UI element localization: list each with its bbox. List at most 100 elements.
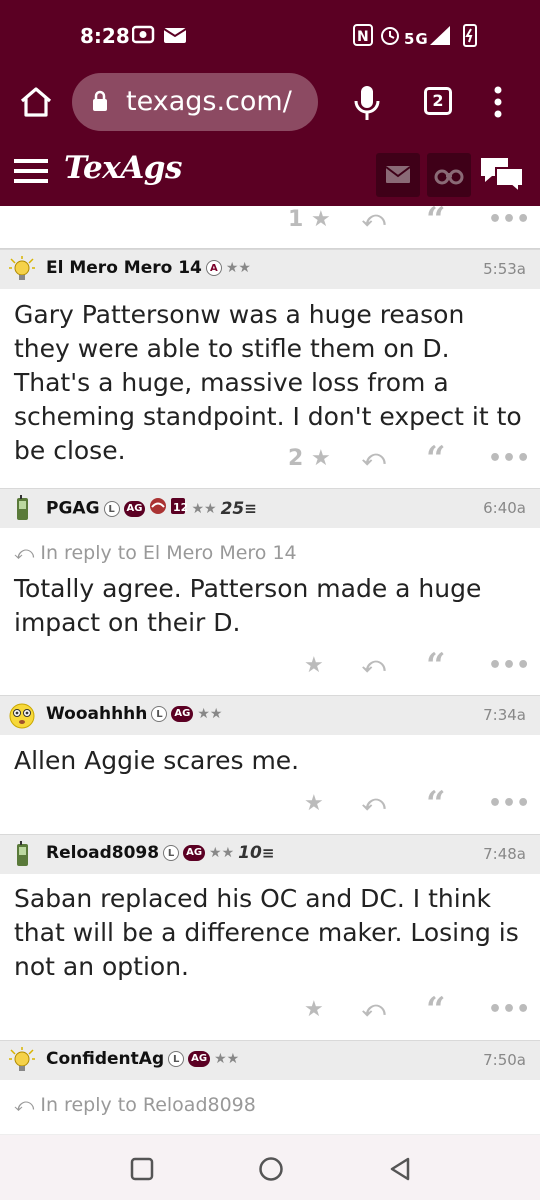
user-stars: ★★ xyxy=(225,260,251,276)
username[interactable]: Wooahhhh L AG ★★ xyxy=(46,704,222,724)
mail-icon xyxy=(385,166,411,183)
svg-text:N: N xyxy=(357,29,370,45)
post-body: Saban replaced his OC and DC. I think th… xyxy=(14,884,519,981)
post-time: 6:40a xyxy=(483,499,526,517)
badge-l: L xyxy=(103,500,120,517)
level-bars-icon: ≡ xyxy=(261,844,275,862)
url-field[interactable]: texags.com/ xyxy=(72,73,318,131)
system-icons: N 5G xyxy=(352,22,502,48)
like-count: 2 xyxy=(288,446,304,471)
post-body: Totally agree. Patterson made a huge imp… xyxy=(14,574,482,637)
username[interactable]: PGAG L AG 12 ★★ 25≡ xyxy=(46,497,257,520)
more-icon[interactable]: ••• xyxy=(488,990,530,1030)
quote-icon[interactable]: “ xyxy=(426,646,446,686)
post-body: Allen Aggie scares me. xyxy=(14,746,300,775)
status-bar: 8:28 N 5G xyxy=(0,0,540,70)
badge-l: L xyxy=(168,1051,185,1067)
reply-icon[interactable]: ⤺ xyxy=(362,206,386,240)
like-button[interactable]: 2 ★ xyxy=(288,439,331,479)
reply-to-link[interactable]: ⤺ In reply to El Mero Mero 14 xyxy=(14,542,297,564)
like-count: 1 xyxy=(288,207,304,232)
like-button[interactable]: 1 ★ xyxy=(288,206,331,240)
star-icon[interactable]: ★ xyxy=(304,646,324,686)
username-text: ConfidentAg xyxy=(46,1049,165,1069)
reply-arrow-icon: ⤺ xyxy=(14,542,41,564)
more-icon[interactable]: ••• xyxy=(488,206,530,240)
badge-ag: AG xyxy=(171,706,194,722)
username[interactable]: Reload8098 L AG ★★ 10≡ xyxy=(46,843,274,863)
post-actions: ★ ⤺ “ ••• xyxy=(0,990,540,1030)
username[interactable]: El Mero Mero 14 A ★★ xyxy=(46,258,251,278)
username-text: Reload8098 xyxy=(46,843,160,863)
post-header: Wooahhhh L AG ★★ 7:34a xyxy=(0,695,540,735)
reply-icon[interactable]: ⤺ xyxy=(362,646,386,686)
badge-ag: AG xyxy=(188,1051,211,1067)
username[interactable]: ConfidentAg L AG ★★ xyxy=(46,1049,239,1069)
status-time: 8:28 xyxy=(80,24,130,48)
home-icon[interactable] xyxy=(18,84,54,120)
badge-l: L xyxy=(151,706,168,722)
back-button[interactable] xyxy=(388,1156,412,1182)
hamburger-menu-icon[interactable] xyxy=(14,158,48,184)
user-level: 25 xyxy=(220,498,245,519)
post-time: 5:53a xyxy=(483,260,526,278)
post-header: ConfidentAg L AG ★★ 7:50a xyxy=(0,1040,540,1080)
home-button[interactable] xyxy=(258,1156,284,1182)
badge: A xyxy=(205,260,222,276)
post-time: 7:48a xyxy=(483,845,526,863)
star-icon[interactable]: ★ xyxy=(304,784,324,824)
lock-icon xyxy=(93,90,107,111)
reply-to-link[interactable]: ⤺ In reply to Reload8098 xyxy=(14,1094,256,1116)
quote-icon[interactable]: “ xyxy=(426,439,446,479)
username-text: Wooahhhh xyxy=(46,704,148,724)
user-stars: ★★ xyxy=(209,845,235,861)
quote-icon[interactable]: “ xyxy=(426,784,446,824)
reply-arrow-icon: ⤺ xyxy=(14,1094,41,1116)
watched-threads-button[interactable] xyxy=(427,153,471,197)
user-stars: ★★ xyxy=(214,1051,240,1067)
more-icon[interactable]: ••• xyxy=(488,784,530,824)
star-icon: ★ xyxy=(310,207,331,232)
phone-icon xyxy=(8,495,36,523)
browser-toolbar: texags.com/ 2 xyxy=(0,70,540,136)
url-text: texags.com/ xyxy=(126,86,292,117)
overflow-menu-icon[interactable] xyxy=(488,85,508,119)
more-icon[interactable]: ••• xyxy=(488,646,530,686)
svg-text:5G: 5G xyxy=(404,30,429,48)
recents-button[interactable] xyxy=(130,1157,154,1181)
star-icon: ★ xyxy=(310,446,331,471)
user-level: 10 xyxy=(238,843,262,863)
post-actions: 2 ★ ⤺ “ ••• xyxy=(0,439,540,479)
microphone-icon[interactable] xyxy=(352,83,382,123)
star-icon[interactable]: ★ xyxy=(304,990,324,1030)
user-stars: ★★ xyxy=(197,706,223,722)
site-header: TexAgs xyxy=(0,136,540,206)
post-actions: ★ ⤺ “ ••• xyxy=(0,646,540,686)
quote-icon[interactable]: “ xyxy=(426,990,446,1030)
tab-switcher-button[interactable]: 2 xyxy=(424,87,452,115)
post-header: Reload8098 L AG ★★ 10≡ 7:48a xyxy=(0,834,540,874)
post-actions: 1 ★ ⤺ “ ••• xyxy=(0,206,540,240)
lightbulb-icon xyxy=(8,1047,36,1075)
site-logo[interactable]: TexAgs xyxy=(64,150,182,186)
reply-to-text: In reply to Reload8098 xyxy=(40,1094,256,1116)
username-text: PGAG xyxy=(46,498,100,519)
reply-icon[interactable]: ⤺ xyxy=(362,439,386,479)
badge-ag: AG xyxy=(183,845,206,861)
messages-button[interactable] xyxy=(376,153,420,197)
chat-icon[interactable] xyxy=(478,154,526,196)
post-actions: ★ ⤺ “ ••• xyxy=(0,784,540,824)
post-time: 7:50a xyxy=(483,1051,526,1069)
reply-to-text: In reply to El Mero Mero 14 xyxy=(40,542,297,564)
binoculars-icon xyxy=(434,169,464,185)
emoji-face-icon xyxy=(8,702,36,730)
more-icon[interactable]: ••• xyxy=(488,439,530,479)
phone-icon xyxy=(8,841,36,869)
thread-content[interactable]: 1 ★ ⤺ “ ••• El Mero Mero 14 A ★★ 5:53a Gar… xyxy=(0,206,540,1134)
notification-icons xyxy=(131,24,190,51)
username-text: El Mero Mero 14 xyxy=(46,258,202,278)
post-header: El Mero Mero 14 A ★★ 5:53a xyxy=(0,249,540,289)
reply-icon[interactable]: ⤺ xyxy=(362,990,386,1030)
reply-icon[interactable]: ⤺ xyxy=(362,784,386,824)
quote-icon[interactable]: “ xyxy=(426,206,446,240)
